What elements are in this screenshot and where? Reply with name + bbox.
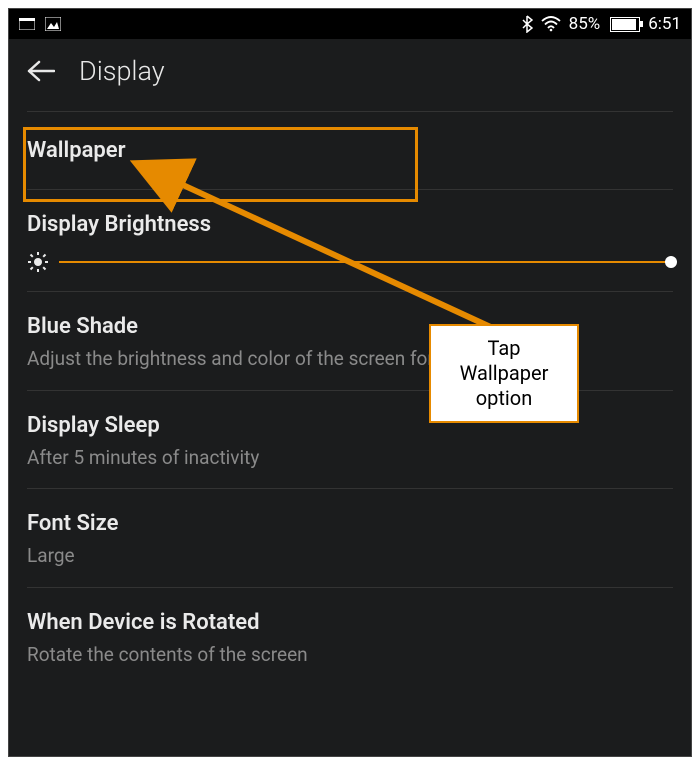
callout-text: Tap Wallpaper option	[460, 336, 549, 410]
item-subtitle: Rotate the contents of the screen	[27, 643, 673, 668]
notification-window-icon	[19, 18, 35, 30]
settings-list: Wallpaper Display Brightness Blue Shade …	[9, 111, 691, 686]
battery-percent: 85%	[569, 14, 601, 34]
annotation-callout: Tap Wallpaper option	[429, 324, 579, 423]
battery-icon	[610, 17, 640, 32]
item-subtitle: Large	[27, 544, 673, 569]
brightness-low-icon	[27, 251, 49, 273]
item-title: When Device is Rotated	[27, 610, 673, 635]
item-title: Wallpaper	[27, 138, 673, 163]
setting-item-font-size[interactable]: Font Size Large	[27, 489, 673, 588]
brightness-slider[interactable]	[59, 261, 671, 263]
bluetooth-icon	[522, 15, 533, 33]
back-arrow-icon[interactable]	[27, 60, 55, 82]
page-title: Display	[79, 55, 165, 87]
status-bar: 85% 6:51	[9, 9, 691, 39]
item-subtitle: After 5 minutes of inactivity	[27, 446, 673, 471]
slider-thumb[interactable]	[665, 256, 677, 268]
notification-image-icon	[45, 17, 61, 31]
wifi-icon	[541, 16, 561, 32]
item-title: Font Size	[27, 511, 673, 536]
setting-item-wallpaper[interactable]: Wallpaper	[27, 111, 673, 190]
settings-header: Display	[9, 39, 691, 111]
item-title: Display Brightness	[27, 212, 673, 237]
setting-item-brightness[interactable]: Display Brightness	[27, 190, 673, 292]
setting-item-rotation[interactable]: When Device is Rotated Rotate the conten…	[27, 588, 673, 686]
clock-time: 6:51	[648, 14, 681, 34]
